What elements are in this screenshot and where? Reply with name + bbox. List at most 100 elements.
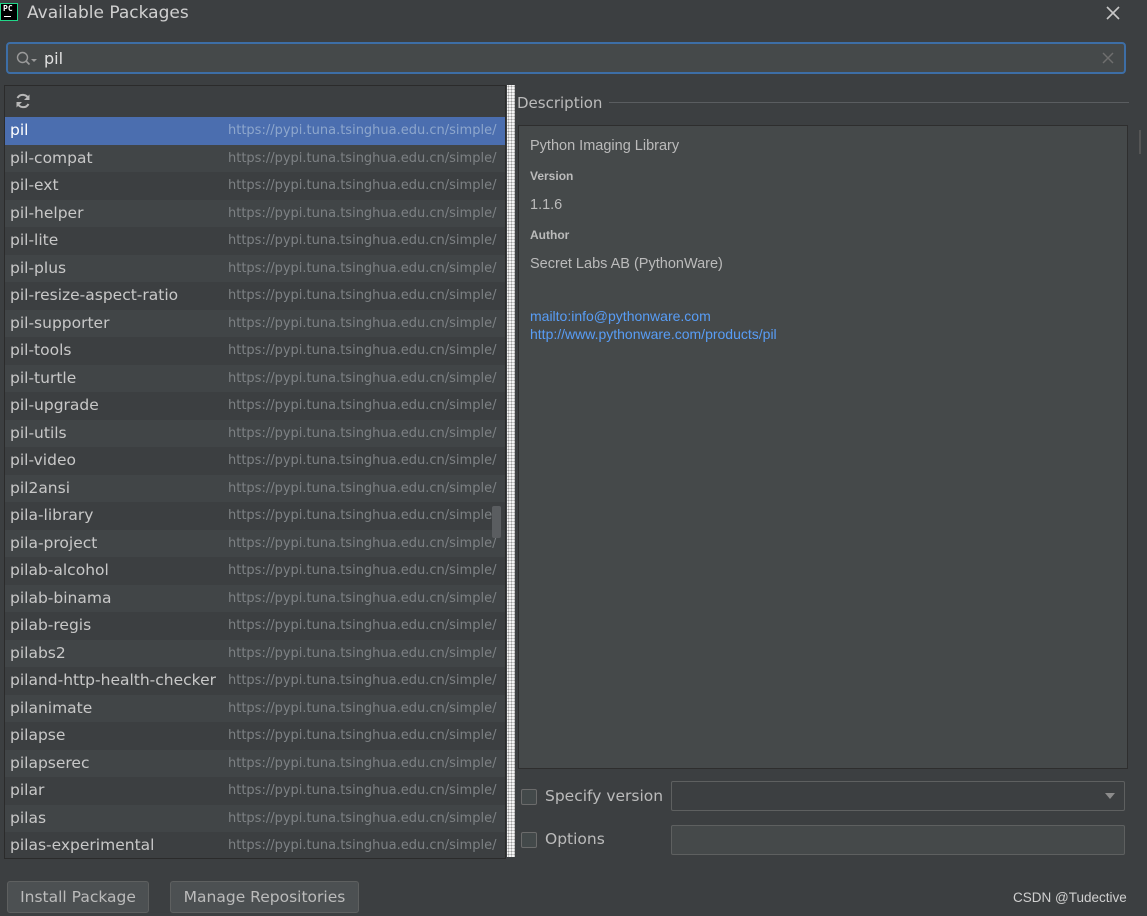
package-repository-url: https://pypi.tuna.tsinghua.edu.cn/simple… — [228, 453, 497, 468]
package-name: pilab-binama — [10, 588, 112, 607]
email-link[interactable]: mailto:info@pythonware.com — [530, 308, 711, 324]
options-checkbox[interactable] — [521, 832, 537, 848]
list-scrollbar-thumb[interactable] — [492, 506, 501, 538]
package-name: pilanimate — [10, 698, 93, 717]
package-row[interactable]: pilar https://pypi.tuna.tsinghua.edu.cn/s… — [5, 777, 505, 805]
package-name: pil-upgrade — [10, 396, 99, 414]
package-repository-url: https://pypi.tuna.tsinghua.edu.cn/simple… — [228, 810, 497, 826]
package-name: pilapse — [10, 726, 66, 744]
package-repository-url: https://pypi.tuna.tsinghua.edu.cn/simple… — [228, 260, 497, 276]
package-repository-url: https://pypi.tuna.tsinghua.edu.cn/simple… — [228, 315, 497, 331]
package-name: pil-tools — [10, 341, 72, 359]
package-repository-url: https://pypi.tuna.tsinghua.edu.cn/simple… — [228, 728, 497, 743]
package-name: pil-resize-aspect-ratio — [10, 286, 179, 304]
package-name: piland-http-health-checker — [10, 671, 217, 689]
specify-version-checkbox[interactable] — [521, 789, 537, 805]
package-repository-url: https://pypi.tuna.tsinghua.edu.cn/simple… — [228, 618, 497, 633]
search-input[interactable] — [44, 47, 1084, 69]
package-repository-url: https://pypi.tuna.tsinghua.edu.cn/simple… — [228, 508, 497, 523]
specify-version-label: Specify version — [545, 787, 664, 805]
package-summary: Python Imaging Library — [530, 138, 680, 154]
package-repository-url: https://pypi.tuna.tsinghua.edu.cn/simple… — [228, 700, 497, 716]
package-row[interactable]: pil-resize-aspect-ratio https://pypi.tuna… — [5, 282, 505, 310]
install-package-button[interactable]: Install Package — [7, 881, 149, 913]
package-row[interactable]: pil-tools https://pypi.tuna.tsinghua.edu.… — [5, 337, 505, 365]
package-row[interactable]: pil https://pypi.tuna.tsinghua.edu.cn/sim… — [5, 117, 505, 145]
package-repository-url: https://pypi.tuna.tsinghua.edu.cn/simple… — [228, 480, 497, 496]
package-row[interactable]: pil-turtle https://pypi.tuna.tsinghua.edu… — [5, 364, 505, 392]
clear-search-icon[interactable] — [1102, 52, 1114, 64]
version-value: 1.1.6 — [530, 197, 563, 213]
package-name: pilas — [10, 808, 47, 827]
package-row[interactable]: pil-utils https://pypi.tuna.tsinghua.edu.… — [5, 419, 505, 447]
package-row[interactable]: pilas-experimental https://pypi.tuna.tsin… — [5, 832, 505, 858]
package-row[interactable]: pil-supporter https://pypi.tuna.tsinghua.… — [5, 309, 505, 337]
search-box[interactable] — [6, 42, 1126, 74]
package-row[interactable]: pil-ext https://pypi.tuna.tsinghua.edu.cn… — [5, 172, 505, 200]
close-icon[interactable] — [1103, 3, 1123, 23]
package-row[interactable]: pil-plus https://pypi.tuna.tsinghua.edu.c… — [5, 254, 505, 282]
description-heading: Description — [517, 94, 603, 112]
package-repository-url: https://pypi.tuna.tsinghua.edu.cn/simple… — [228, 590, 497, 606]
package-row[interactable]: pilab-regis https://pypi.tuna.tsinghua.ed… — [5, 612, 505, 640]
package-repository-url: https://pypi.tuna.tsinghua.edu.cn/simple… — [228, 838, 497, 853]
package-repository-url: https://pypi.tuna.tsinghua.edu.cn/simple… — [228, 150, 497, 166]
package-repository-url: https://pypi.tuna.tsinghua.edu.cn/simple… — [228, 178, 497, 193]
package-row[interactable]: pil-helper https://pypi.tuna.tsinghua.edu… — [5, 199, 505, 227]
package-row[interactable]: pilanimate https://pypi.tuna.tsinghua.edu… — [5, 694, 505, 722]
search-icon[interactable] — [16, 51, 38, 67]
package-name: pilar — [10, 781, 45, 799]
package-name: pil-video — [10, 451, 76, 469]
package-name: pilas-experimental — [10, 836, 155, 854]
package-name: pil-turtle — [10, 368, 77, 387]
package-row[interactable]: pilabs2 https://pypi.tuna.tsinghua.edu.cn… — [5, 639, 505, 667]
watermark: CSDN @Tudective — [1013, 890, 1127, 905]
package-name: pil-plus — [10, 258, 67, 277]
package-name: pilabs2 — [10, 643, 66, 662]
description-divider — [609, 102, 1129, 103]
package-repository-url: https://pypi.tuna.tsinghua.edu.cn/simple… — [228, 563, 497, 578]
package-repository-url: https://pypi.tuna.tsinghua.edu.cn/simple… — [228, 370, 497, 386]
package-row[interactable]: pilab-alcohol https://pypi.tuna.tsinghua.… — [5, 557, 505, 585]
package-row[interactable]: pilab-binama https://pypi.tuna.tsinghua.e… — [5, 584, 505, 612]
package-repository-url: https://pypi.tuna.tsinghua.edu.cn/simple… — [228, 233, 497, 248]
options-label: Options — [545, 830, 605, 848]
chevron-down-icon[interactable] — [1105, 793, 1115, 799]
package-name: pila-library — [10, 506, 94, 524]
package-row[interactable]: pila-project https://pypi.tuna.tsinghua.e… — [5, 529, 505, 557]
package-repository-url: https://pypi.tuna.tsinghua.edu.cn/simple… — [228, 783, 497, 798]
refresh-icon[interactable] — [14, 92, 32, 110]
homepage-link[interactable]: http://www.pythonware.com/products/pil — [530, 326, 777, 342]
options-input[interactable] — [671, 825, 1125, 855]
package-row[interactable]: pilas https://pypi.tuna.tsinghua.edu.cn/s… — [5, 804, 505, 832]
package-repository-url: https://pypi.tuna.tsinghua.edu.cn/simple… — [228, 398, 497, 413]
package-row[interactable]: pil-upgrade https://pypi.tuna.tsinghua.ed… — [5, 392, 505, 420]
package-repository-url: https://pypi.tuna.tsinghua.edu.cn/simple… — [228, 645, 497, 661]
manage-repositories-button[interactable]: Manage Repositories — [170, 881, 359, 913]
package-row[interactable]: piland-http-health-checker https://pypi.t… — [5, 667, 505, 695]
package-row[interactable]: pil-video https://pypi.tuna.tsinghua.edu.… — [5, 447, 505, 475]
package-repository-url: https://pypi.tuna.tsinghua.edu.cn/simple… — [228, 123, 497, 138]
package-name: pil-lite — [10, 231, 59, 249]
package-list-panel: pil https://pypi.tuna.tsinghua.edu.cn/sim… — [4, 85, 506, 859]
package-repository-url: https://pypi.tuna.tsinghua.edu.cn/simple… — [228, 673, 497, 688]
package-repository-url: https://pypi.tuna.tsinghua.edu.cn/simple… — [228, 343, 497, 358]
package-row[interactable]: pil2ansi https://pypi.tuna.tsinghua.edu.c… — [5, 474, 505, 502]
package-repository-url: https://pypi.tuna.tsinghua.edu.cn/simple… — [228, 288, 497, 303]
package-row[interactable]: pilapserec https://pypi.tuna.tsinghua.edu… — [5, 749, 505, 777]
package-name: pilapserec — [10, 753, 90, 772]
panel-splitter[interactable] — [507, 85, 515, 857]
package-row[interactable]: pil-compat https://pypi.tuna.tsinghua.edu… — [5, 144, 505, 172]
package-row[interactable]: pilapse https://pypi.tuna.tsinghua.edu.cn… — [5, 722, 505, 750]
package-name: pil-helper — [10, 203, 84, 222]
package-row[interactable]: pil-lite https://pypi.tuna.tsinghua.edu.c… — [5, 227, 505, 255]
pycharm-logo-icon: PC — [0, 3, 18, 21]
version-select[interactable] — [671, 781, 1125, 811]
package-row[interactable]: pila-library https://pypi.tuna.tsinghua.e… — [5, 502, 505, 530]
package-name: pilab-regis — [10, 616, 92, 634]
package-name: pilab-alcohol — [10, 561, 109, 579]
package-name: pil-utils — [10, 423, 67, 442]
author-label: Author — [530, 228, 570, 242]
description-panel: Python Imaging Library Version 1.1.6 Aut… — [518, 125, 1128, 769]
window-edge — [1139, 130, 1147, 154]
